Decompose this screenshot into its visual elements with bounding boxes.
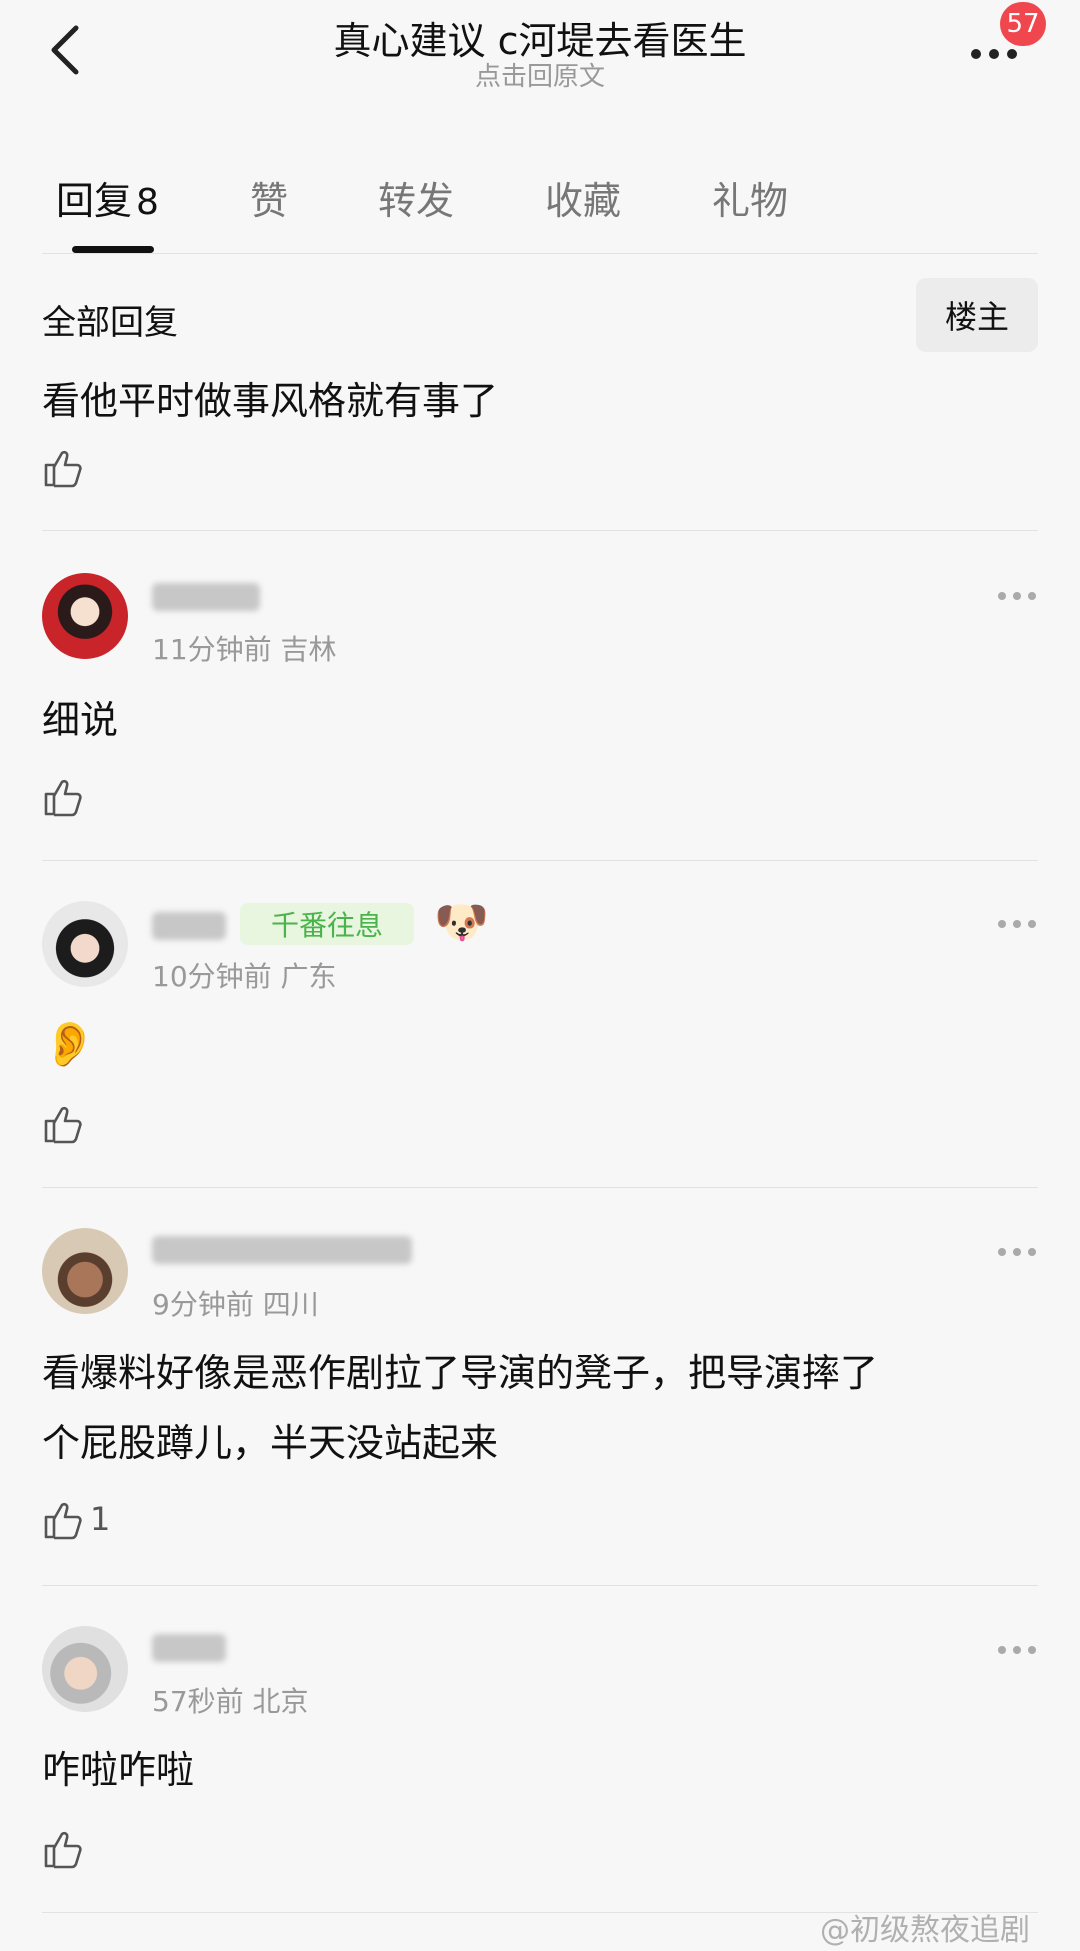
- thumbs-up-icon[interactable]: [42, 447, 84, 489]
- top-bar: 真心建议 c河堤去看医生 点击回原文 57: [0, 0, 1080, 140]
- username-blurred[interactable]: [152, 1634, 226, 1662]
- fan-badge-icon: 🐶: [434, 897, 489, 948]
- comment-text: 看他平时做事风格就有事了: [42, 379, 499, 423]
- comment-location: 北京: [252, 1685, 309, 1718]
- watermark: @初级熬夜追剧: [820, 1913, 1030, 1948]
- comment-time: 10分钟前: [152, 960, 272, 993]
- avatar[interactable]: [42, 901, 128, 987]
- active-tab-indicator: [72, 246, 154, 253]
- more-options-icon[interactable]: [996, 1246, 1038, 1258]
- username-blurred[interactable]: [152, 912, 226, 940]
- like-count: 1: [90, 1500, 111, 1538]
- comment-time: 57秒前: [152, 1685, 244, 1718]
- avatar[interactable]: [42, 1228, 128, 1314]
- notification-badge: 57: [1000, 2, 1046, 46]
- divider: [42, 1187, 1038, 1188]
- avatar[interactable]: [42, 1626, 128, 1712]
- comment-text: 👂: [42, 1019, 97, 1070]
- back-to-original-link[interactable]: 点击回原文: [0, 56, 1080, 93]
- thumbs-up-icon[interactable]: [42, 776, 84, 818]
- comment-text-line-2: 个屁股蹲儿，半天没站起来: [42, 1421, 499, 1465]
- tab-favorites[interactable]: 收藏: [545, 170, 621, 225]
- tab-gifts[interactable]: 礼物: [712, 170, 788, 225]
- avatar[interactable]: [42, 573, 128, 659]
- divider: [42, 530, 1038, 531]
- tab-reposts[interactable]: 转发: [378, 170, 454, 225]
- comment-meta: 10分钟前 广东: [152, 955, 337, 995]
- username-blurred[interactable]: [152, 583, 260, 611]
- comment-text: 咋啦咋啦: [42, 1748, 195, 1792]
- thumbs-up-icon[interactable]: [42, 1499, 84, 1541]
- thumbs-up-icon[interactable]: [42, 1103, 84, 1145]
- divider: [42, 1585, 1038, 1586]
- all-replies-heading: 全部回复: [42, 303, 178, 343]
- comment-meta: 57秒前 北京: [152, 1680, 309, 1720]
- tab-replies-label: 回复: [56, 179, 133, 223]
- more-options-icon[interactable]: [996, 590, 1038, 602]
- tab-likes[interactable]: 赞: [250, 170, 288, 225]
- thumbs-up-icon[interactable]: [42, 1828, 84, 1870]
- op-only-button[interactable]: 楼主: [916, 278, 1038, 352]
- more-options-icon[interactable]: [996, 918, 1038, 930]
- username-blurred[interactable]: [152, 1236, 412, 1264]
- comment-meta: 9分钟前 四川: [152, 1283, 319, 1323]
- more-options-icon[interactable]: [996, 1644, 1038, 1656]
- vip-badge: 千番往息: [240, 903, 414, 945]
- comment-location: 四川: [262, 1288, 319, 1321]
- comment-location: 广东: [280, 960, 337, 993]
- comment-meta: 11分钟前 吉林: [152, 628, 337, 668]
- tab-replies-count: 8: [136, 182, 159, 223]
- tab-bar: 回复 8 赞 转发 收藏 礼物: [0, 160, 1080, 253]
- divider: [42, 860, 1038, 861]
- divider: [42, 253, 1038, 254]
- comment-location: 吉林: [280, 633, 337, 666]
- comment-text: 细说: [42, 698, 119, 742]
- comment-time: 11分钟前: [152, 633, 272, 666]
- tab-replies[interactable]: 回复 8: [56, 170, 159, 225]
- comment-time: 9分钟前: [152, 1288, 254, 1321]
- comment-text-line-1: 看爆料好像是恶作剧拉了导演的凳子，把导演摔了: [42, 1351, 879, 1395]
